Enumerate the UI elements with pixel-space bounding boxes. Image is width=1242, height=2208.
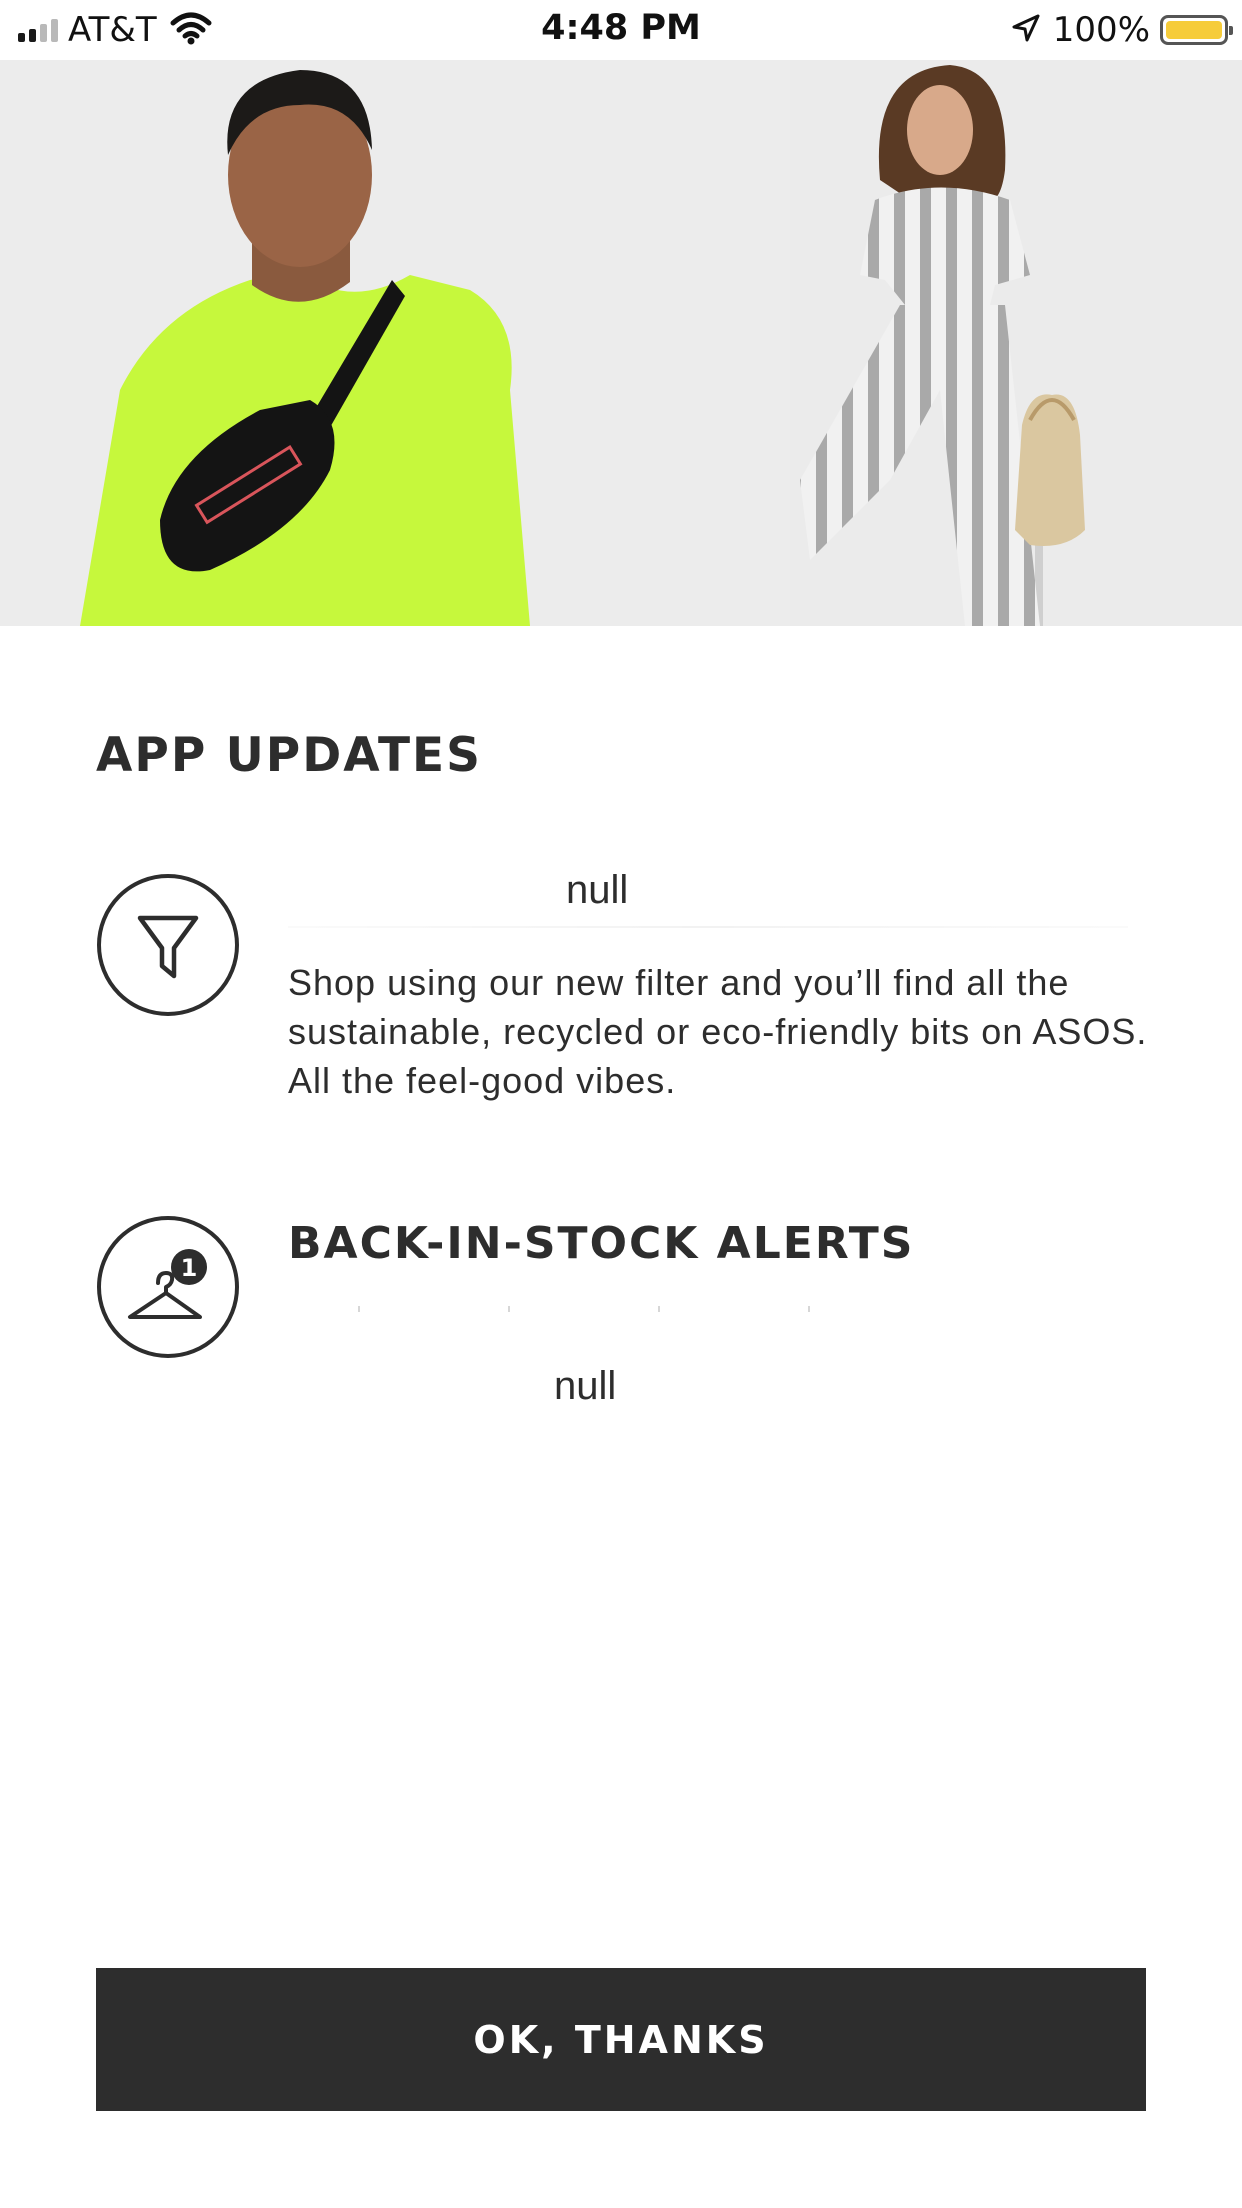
ok-thanks-button[interactable]: OK, THANKS [96,1968,1146,2111]
status-bar: AT&T 4:48 PM 100% [0,0,1242,60]
feature-description-null: null [554,1364,617,1408]
hero-banner [0,60,1242,626]
alert-badge-count: 1 [181,1254,198,1282]
feature-title: BACK-IN-STOCK ALERTS [288,1218,915,1269]
woman-striped-jumpsuit-photo [790,60,1242,626]
feature-title-null: null [566,868,629,912]
feature-description: Shop using our new filter and you’ll fin… [288,962,1148,1101]
filter-funnel-icon [96,873,240,1017]
battery-percent: 100% [1052,10,1150,50]
divider [288,926,1128,928]
battery-fill [1166,21,1222,39]
hanger-alert-icon: 1 [96,1215,240,1359]
man-neon-shirt-bumbag-photo [0,60,790,626]
status-right: 100% [1011,10,1233,50]
location-arrow-icon [1011,13,1041,47]
battery-icon [1160,15,1233,45]
faded-text-row [288,1306,848,1312]
page-title: APP UPDATES [96,728,482,783]
